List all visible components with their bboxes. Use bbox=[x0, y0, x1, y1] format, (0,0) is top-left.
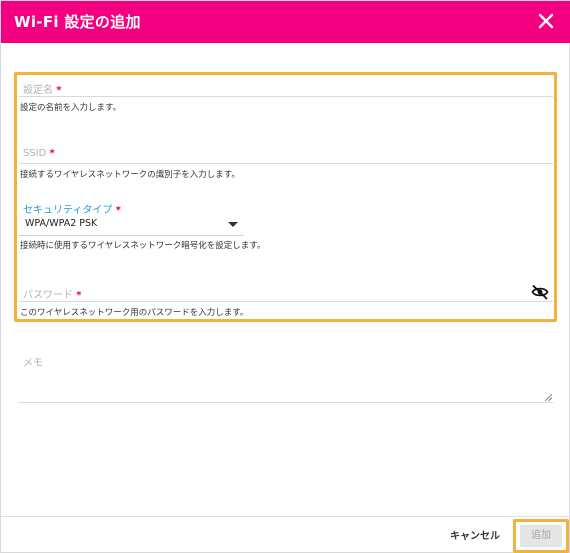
cancel-button[interactable]: キャンセル bbox=[441, 527, 509, 547]
required-mark: * bbox=[76, 290, 82, 301]
password-input[interactable] bbox=[19, 301, 553, 302]
eye-slash-icon[interactable] bbox=[531, 284, 549, 300]
dialog-title: Wi-Fi 設定の追加 bbox=[14, 13, 141, 31]
security-type-select[interactable]: WPA/WPA2 PSK bbox=[19, 213, 244, 236]
password-label: パスワード * bbox=[23, 286, 81, 301]
password-help: このワイヤレスネットワーク用のパスワードを入力します。 bbox=[20, 308, 249, 318]
dialog-header: Wi-Fi 設定の追加 bbox=[1, 1, 570, 43]
setting-name-help: 設定の名前を入力します。 bbox=[20, 103, 122, 113]
required-mark: * bbox=[56, 85, 62, 96]
security-type-help: 接続時に使用するワイヤレスネットワーク暗号化を設定します。 bbox=[20, 241, 266, 251]
footer-divider bbox=[1, 516, 570, 517]
setting-name-label: 設定名 * bbox=[23, 81, 61, 96]
required-mark: * bbox=[49, 148, 55, 159]
ssid-help: 接続するワイヤレスネットワークの識別子を入力します。 bbox=[20, 170, 240, 180]
password-label-text: パスワード bbox=[23, 290, 73, 301]
dropdown-arrow-icon bbox=[228, 222, 238, 227]
memo-textarea[interactable] bbox=[19, 345, 553, 403]
ssid-input[interactable] bbox=[19, 163, 553, 164]
add-button-highlight: 追加 bbox=[513, 519, 569, 553]
close-icon[interactable] bbox=[535, 10, 557, 32]
ssid-label: SSID * bbox=[23, 148, 55, 159]
security-type-value: WPA/WPA2 PSK bbox=[25, 218, 98, 229]
add-button[interactable]: 追加 bbox=[520, 525, 562, 547]
ssid-label-text: SSID bbox=[23, 148, 47, 159]
setting-name-label-text: 設定名 bbox=[23, 85, 53, 96]
setting-name-input[interactable] bbox=[19, 96, 553, 97]
resize-handle-icon[interactable] bbox=[545, 394, 552, 401]
wifi-settings-dialog: Wi-Fi 設定の追加 設定名 * 設定の名前を入力します。 SSID * 接続… bbox=[0, 0, 570, 553]
